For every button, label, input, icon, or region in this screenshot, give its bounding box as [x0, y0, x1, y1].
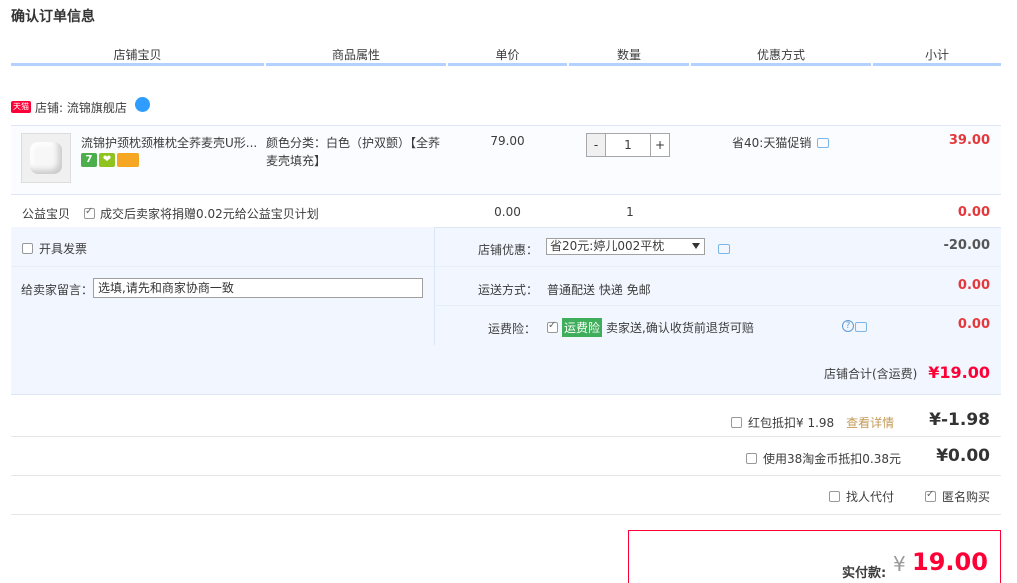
payment-label: 实付款: [842, 566, 887, 581]
coins-label: 使用38淘金币抵扣0.38元 [763, 452, 901, 466]
charity-subtotal: 0.00 [957, 205, 990, 220]
page-title: 确认订单信息 [11, 9, 95, 25]
service-icons: 7 ❤ [81, 153, 139, 167]
message-input[interactable]: 选填,请先和商家协商一致 [93, 278, 423, 298]
divider [436, 305, 1001, 306]
divider [11, 266, 1001, 267]
redpacket-amount: ¥-1.98 [929, 410, 990, 430]
message-label: 给卖家留言： [21, 283, 94, 297]
coins-option: 使用38淘金币抵扣0.38元 [746, 450, 901, 467]
redpacket-details-link[interactable]: 查看详情 [846, 414, 894, 431]
insurance-tag: 运费险 [562, 318, 603, 337]
insurance-checkbox[interactable] [547, 320, 558, 333]
seven-day-return-icon[interactable]: 7 [81, 153, 97, 167]
comment-bubble-icon[interactable] [854, 322, 867, 332]
product-thumbnail[interactable] [21, 133, 71, 183]
invoice-label: 开具发票 [39, 242, 88, 256]
guarantee-icon[interactable]: ❤ [99, 153, 115, 167]
wangwang-chat-icon[interactable] [134, 96, 150, 112]
tmall-icon: 天猫 [11, 101, 31, 113]
charity-checkbox[interactable] [84, 206, 95, 219]
redpacket-label: 红包抵扣¥ 1.98 [748, 416, 835, 430]
charity-info: 成交后卖家将捐赠0.02元给公益宝贝计划 [84, 205, 319, 222]
insurance-amount: 0.00 [957, 317, 990, 332]
payment-amount: 19.00 [912, 548, 988, 576]
proxy-pay-checkbox[interactable] [829, 491, 840, 502]
unit-price: 79.00 [490, 134, 525, 148]
help-icon[interactable]: ? [842, 320, 854, 332]
shop-row: 天猫 店铺: 流锦旗舰店 [11, 96, 150, 117]
shop-discount-label: 店铺优惠： [478, 243, 539, 257]
header-shop-item: 店铺宝贝 [11, 46, 264, 66]
charity-price: 0.00 [494, 205, 521, 219]
quantity-stepper: - 1 + [586, 133, 670, 157]
quantity-increase-button[interactable]: + [650, 133, 670, 157]
proxy-pay-option: 找人代付 [829, 488, 894, 505]
proxy-pay-label: 找人代付 [846, 490, 895, 504]
header-subtotal: 小计 [873, 46, 1001, 66]
coins-amount: ¥0.00 [936, 446, 990, 466]
redpacket-checkbox[interactable] [731, 417, 742, 428]
invoice-option: 开具发票 [22, 240, 87, 257]
charity-quantity: 1 [626, 205, 634, 219]
shop-discount-amount: -20.00 [943, 238, 990, 253]
divider [11, 514, 1001, 515]
promo-text: 省40:天猫促销 [732, 136, 812, 150]
anonymous-checkbox[interactable] [925, 489, 936, 502]
product-attributes: 颜色分类：白色（护双颤）【全荞 麦壳填充】 [266, 136, 441, 168]
shipping-value: 普通配送 快递 免邮 [547, 283, 651, 297]
header-quantity: 数量 [569, 46, 689, 66]
charity-label: 公益宝贝 [22, 207, 71, 221]
promo-info: 省40:天猫促销 [732, 134, 830, 151]
coins-checkbox[interactable] [746, 453, 757, 464]
payment-currency: ¥ [893, 552, 906, 576]
shipping-amount: 0.00 [957, 278, 990, 293]
redpacket-option: 红包抵扣¥ 1.98 查看详情 [731, 414, 894, 431]
product-name[interactable]: 流锦护颈枕颈椎枕全荞麦壳U形... [81, 134, 261, 152]
divider [11, 436, 1001, 437]
chevron-down-icon [692, 243, 700, 249]
table-header: 店铺宝贝 商品属性 单价 数量 优惠方式 小计 [11, 46, 1001, 66]
insurance-text: 卖家送,确认收货前退货可赔 [606, 321, 754, 335]
insurance-label: 运费险： [488, 322, 537, 336]
anonymous-option: 匿名购买 [925, 488, 990, 505]
header-discount: 优惠方式 [691, 46, 871, 66]
comment-bubble-icon[interactable] [718, 244, 730, 254]
shipping-label: 运送方式： [478, 283, 539, 297]
divider [11, 475, 1001, 476]
invoice-checkbox[interactable] [22, 243, 33, 254]
charity-text: 成交后卖家将捐赠0.02元给公益宝贝计划 [100, 207, 319, 221]
shop-total-label: 店铺合计(含运费) [824, 367, 918, 381]
header-attributes: 商品属性 [266, 46, 446, 66]
insurance-info: 运费险 卖家送,确认收货前退货可赔 [547, 318, 754, 337]
anonymous-label: 匿名购买 [942, 490, 991, 504]
shop-total-amount: ¥19.00 [928, 363, 990, 382]
header-unit-price: 单价 [448, 46, 567, 66]
quantity-decrease-button[interactable]: - [586, 133, 606, 157]
shop-discount-select[interactable]: 省20元:婷儿002平枕 [546, 238, 705, 255]
credit-card-icon[interactable] [117, 153, 139, 167]
quantity-input[interactable]: 1 [606, 133, 650, 157]
item-subtotal: 39.00 [948, 133, 990, 148]
shop-name[interactable]: 店铺: 流锦旗舰店 [35, 99, 127, 116]
comment-bubble-icon[interactable] [817, 137, 830, 148]
